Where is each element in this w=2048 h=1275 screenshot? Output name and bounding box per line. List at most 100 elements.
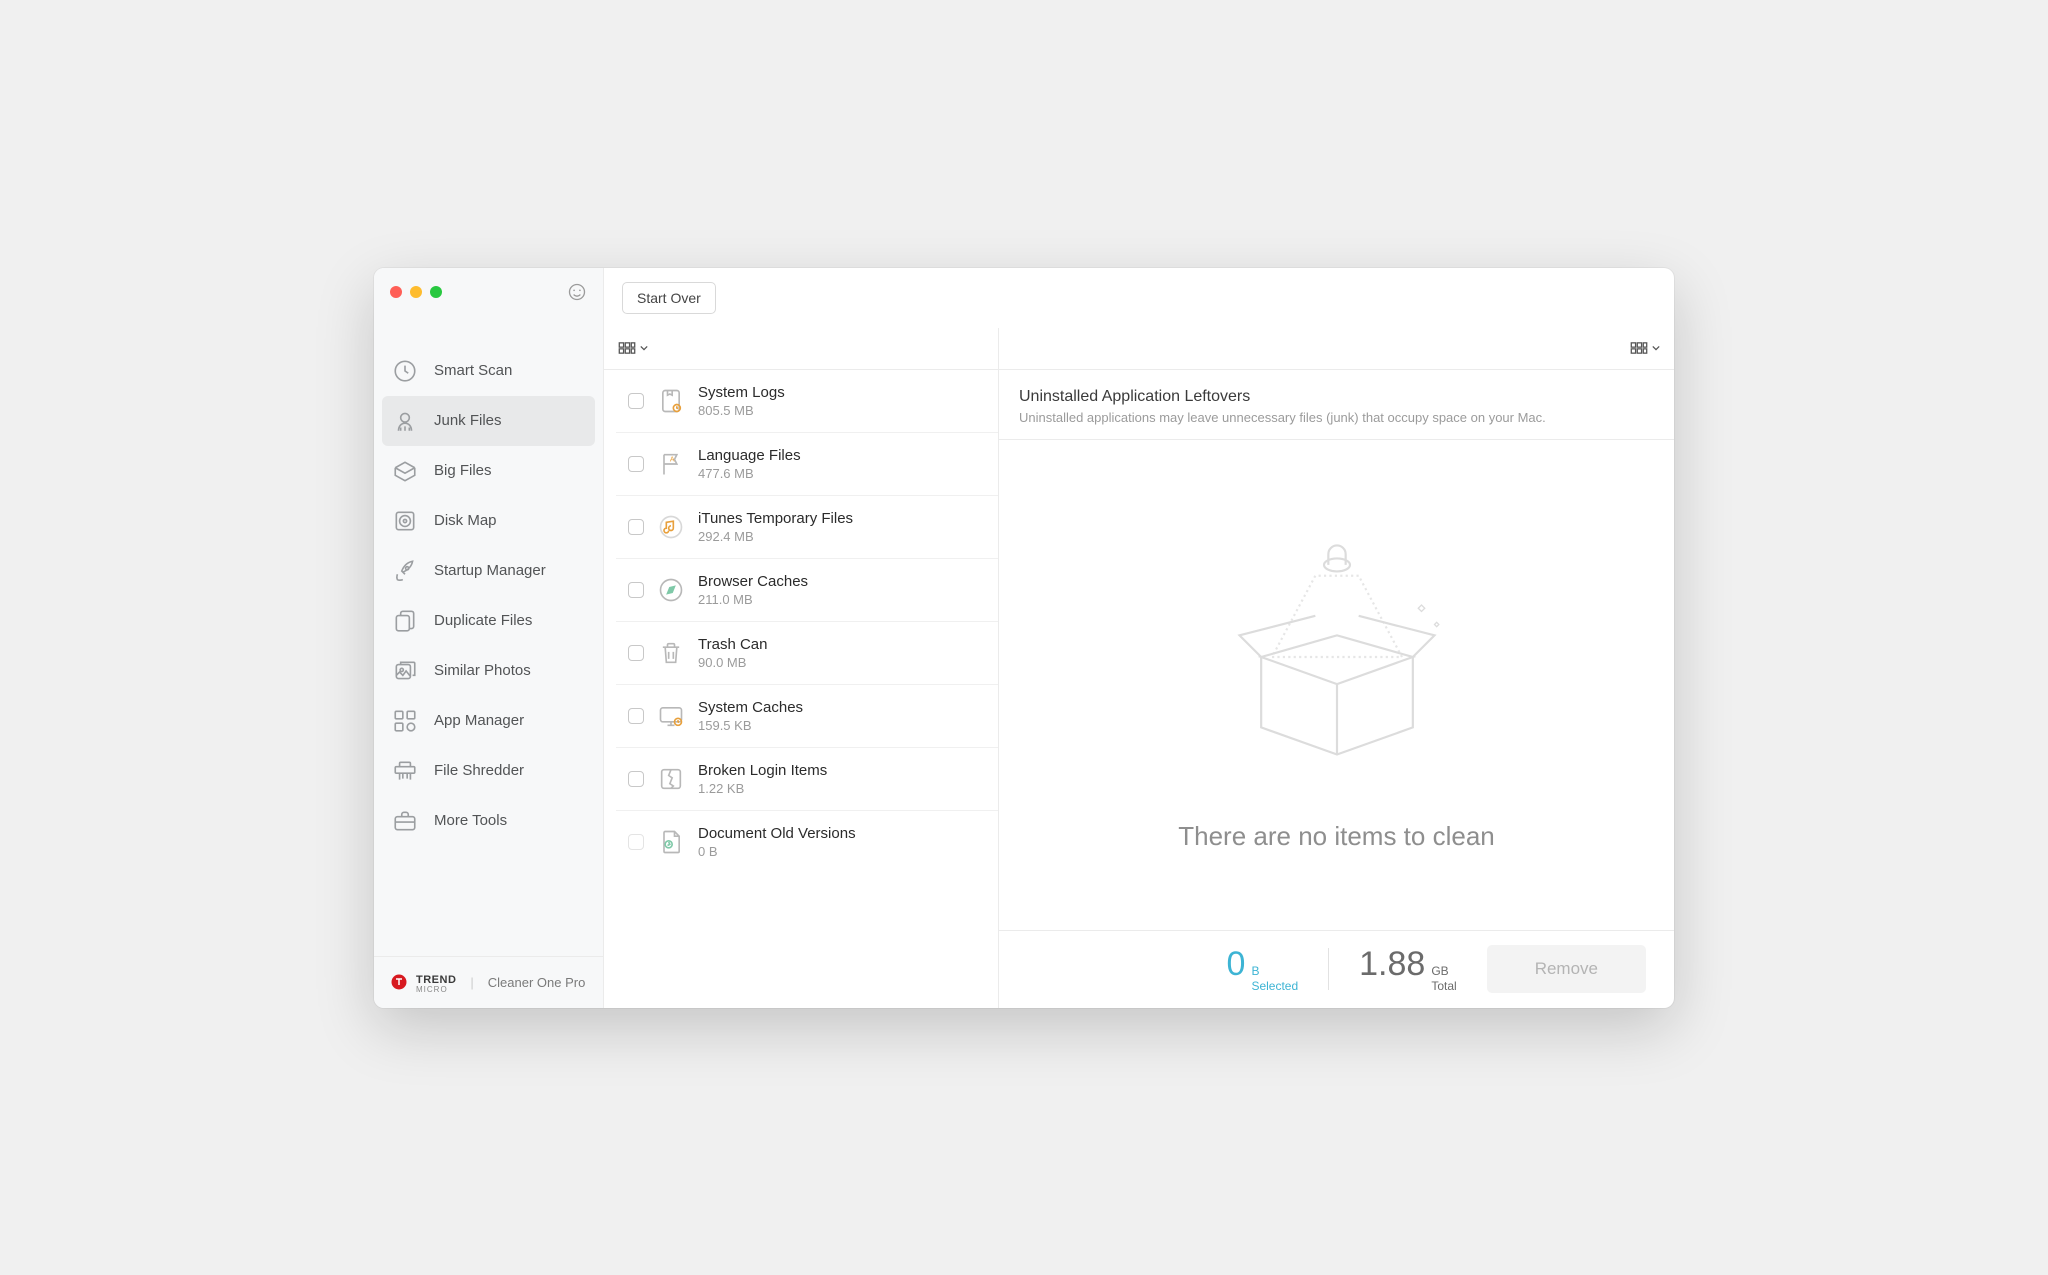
- category-row[interactable]: System Caches 159.5 KB: [616, 685, 998, 748]
- svg-text:A: A: [670, 456, 675, 463]
- view-toggle-left: [604, 328, 998, 370]
- category-size: 90.0 MB: [698, 655, 767, 670]
- sidebar-item-more-tools[interactable]: More Tools: [374, 796, 603, 846]
- sidebar-item-duplicate-files[interactable]: Duplicate Files: [374, 596, 603, 646]
- category-text: iTunes Temporary Files 292.4 MB: [698, 510, 853, 544]
- category-checkbox[interactable]: [628, 645, 644, 661]
- app-window: Smart Scan Junk Files Big Files Disk Map…: [374, 268, 1674, 1008]
- category-text: Broken Login Items 1.22 KB: [698, 762, 827, 796]
- detail-title: Uninstalled Application Leftovers: [1019, 388, 1654, 406]
- total-unit: GB: [1431, 964, 1456, 978]
- category-size: 211.0 MB: [698, 592, 808, 607]
- selected-label: Selected: [1251, 979, 1298, 993]
- doc-icon: [656, 827, 686, 857]
- view-mode-toggle[interactable]: [1630, 342, 1660, 354]
- start-over-button[interactable]: Start Over: [622, 282, 716, 314]
- help-icon[interactable]: [567, 282, 587, 302]
- sidebar-item-app-manager[interactable]: App Manager: [374, 696, 603, 746]
- brand-name: TREND: [416, 974, 456, 986]
- app-name-label: Cleaner One Pro: [488, 975, 586, 990]
- photos-icon: [392, 658, 418, 684]
- total-stat: 1.88 GB Total: [1359, 945, 1457, 993]
- traffic-lights: [390, 286, 442, 298]
- sidebar-item-label: Startup Manager: [434, 562, 546, 579]
- brand-subname: MICRO: [416, 986, 456, 994]
- sidebar-item-junk-files[interactable]: Junk Files: [382, 396, 595, 446]
- category-column: System Logs 805.5 MB A Language Files 47…: [604, 328, 999, 1008]
- sidebar-item-label: Disk Map: [434, 512, 497, 529]
- total-value: 1.88: [1359, 945, 1425, 984]
- divider: [1328, 948, 1329, 990]
- detail-header: Uninstalled Application Leftovers Uninst…: [999, 370, 1674, 440]
- category-text: Browser Caches 211.0 MB: [698, 573, 808, 607]
- divider: |: [470, 975, 473, 990]
- detail-column: Uninstalled Application Leftovers Uninst…: [999, 328, 1674, 1008]
- category-row[interactable]: A Language Files 477.6 MB: [616, 433, 998, 496]
- category-checkbox[interactable]: [628, 456, 644, 472]
- sidebar-item-smart-scan[interactable]: Smart Scan: [374, 346, 603, 396]
- category-size: 0 B: [698, 844, 856, 859]
- category-size: 159.5 KB: [698, 718, 803, 733]
- category-checkbox[interactable]: [628, 519, 644, 535]
- sidebar-item-similar-photos[interactable]: Similar Photos: [374, 646, 603, 696]
- box-icon: [392, 458, 418, 484]
- total-label: Total: [1431, 979, 1456, 993]
- minimize-window-button[interactable]: [410, 286, 422, 298]
- category-checkbox[interactable]: [628, 393, 644, 409]
- sidebar-item-disk-map[interactable]: Disk Map: [374, 496, 603, 546]
- close-window-button[interactable]: [390, 286, 402, 298]
- category-row[interactable]: System Logs 805.5 MB: [616, 370, 998, 433]
- view-mode-toggle[interactable]: [618, 342, 648, 354]
- selected-value: 0: [1227, 945, 1246, 984]
- sidebar-item-startup-manager[interactable]: Startup Manager: [374, 546, 603, 596]
- sidebar-item-big-files[interactable]: Big Files: [374, 446, 603, 496]
- category-text: Language Files 477.6 MB: [698, 447, 801, 481]
- category-text: Document Old Versions 0 B: [698, 825, 856, 859]
- chevron-down-icon: [1652, 345, 1660, 351]
- category-title: System Caches: [698, 699, 803, 716]
- main-panel: Start Over System Logs: [604, 268, 1674, 1008]
- sidebar-nav: Smart Scan Junk Files Big Files Disk Map…: [374, 346, 603, 956]
- category-size: 805.5 MB: [698, 403, 785, 418]
- category-checkbox[interactable]: [628, 582, 644, 598]
- category-row[interactable]: Broken Login Items 1.22 KB: [616, 748, 998, 811]
- duplicate-icon: [392, 608, 418, 634]
- sidebar-item-label: File Shredder: [434, 762, 524, 779]
- chevron-down-icon: [640, 345, 648, 351]
- maximize-window-button[interactable]: [430, 286, 442, 298]
- category-row[interactable]: Document Old Versions 0 B: [616, 811, 998, 873]
- flag-icon: A: [656, 449, 686, 479]
- view-toggle-right: [999, 328, 1674, 370]
- log-icon: [656, 386, 686, 416]
- category-title: Broken Login Items: [698, 762, 827, 779]
- disk-icon: [392, 508, 418, 534]
- category-checkbox[interactable]: [628, 708, 644, 724]
- category-text: Trash Can 90.0 MB: [698, 636, 767, 670]
- category-row[interactable]: iTunes Temporary Files 292.4 MB: [616, 496, 998, 559]
- empty-box-illustration-icon: [1197, 517, 1477, 797]
- titlebar: [374, 268, 603, 316]
- sidebar-item-file-shredder[interactable]: File Shredder: [374, 746, 603, 796]
- category-title: System Logs: [698, 384, 785, 401]
- category-row[interactable]: Browser Caches 211.0 MB: [616, 559, 998, 622]
- category-checkbox[interactable]: [628, 771, 644, 787]
- category-list[interactable]: System Logs 805.5 MB A Language Files 47…: [604, 370, 998, 1008]
- sidebar-item-label: More Tools: [434, 812, 507, 829]
- selected-unit: B: [1251, 964, 1298, 978]
- apps-icon: [392, 708, 418, 734]
- empty-state: There are no items to clean: [999, 440, 1674, 930]
- category-title: Browser Caches: [698, 573, 808, 590]
- selected-stat: 0 B Selected: [1227, 945, 1299, 993]
- detail-description: Uninstalled applications may leave unnec…: [1019, 410, 1654, 425]
- category-size: 1.22 KB: [698, 781, 827, 796]
- remove-button[interactable]: Remove: [1487, 945, 1646, 993]
- sidebar-item-label: Duplicate Files: [434, 612, 532, 629]
- sidebar-item-label: Big Files: [434, 462, 492, 479]
- category-checkbox: [628, 834, 644, 850]
- toolbar: Start Over: [604, 268, 1674, 328]
- footer-brand: TREND MICRO | Cleaner One Pro: [374, 956, 603, 1008]
- trash-icon: [656, 638, 686, 668]
- category-row[interactable]: Trash Can 90.0 MB: [616, 622, 998, 685]
- sidebar-item-label: Junk Files: [434, 412, 502, 429]
- compass-icon: [656, 575, 686, 605]
